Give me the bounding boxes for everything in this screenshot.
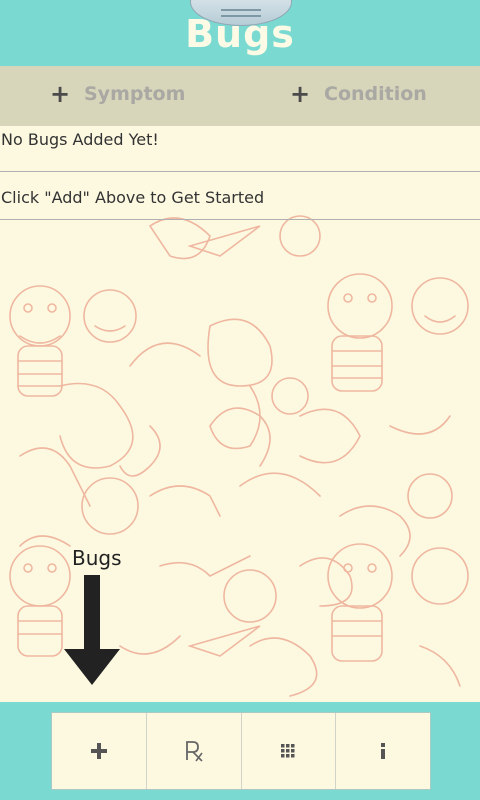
add-symptom-button[interactable]: + Symptom bbox=[50, 82, 185, 106]
down-arrow-icon bbox=[64, 575, 120, 685]
plus-icon: + bbox=[50, 80, 71, 108]
plus-icon: + bbox=[290, 80, 311, 108]
grid-icon bbox=[281, 744, 295, 758]
bottom-nav-medications[interactable] bbox=[147, 713, 242, 789]
empty-state-hint: Click "Add" Above to Get Started bbox=[1, 188, 265, 207]
app-title: Bugs bbox=[185, 12, 295, 56]
info-icon bbox=[381, 743, 386, 759]
bottom-nav-info[interactable] bbox=[336, 713, 430, 789]
add-symptom-label: Symptom bbox=[84, 83, 186, 105]
empty-state-message: No Bugs Added Yet! bbox=[1, 130, 159, 149]
bottom-nav-add-bug[interactable] bbox=[52, 713, 147, 789]
bottom-nav-menu[interactable] bbox=[242, 713, 337, 789]
bugs-hint-label: Bugs bbox=[72, 546, 122, 570]
add-condition-button[interactable]: + Condition bbox=[290, 82, 427, 106]
list-item: No Bugs Added Yet! bbox=[0, 126, 480, 172]
add-condition-label: Condition bbox=[324, 83, 427, 105]
list-item: Click "Add" Above to Get Started bbox=[0, 172, 480, 220]
add-toolbar: + Symptom + Condition bbox=[0, 66, 480, 126]
app-header: Bugs bbox=[0, 0, 480, 66]
rx-icon bbox=[185, 741, 203, 762]
bottom-nav bbox=[51, 712, 431, 790]
bottom-bar bbox=[0, 702, 480, 800]
plus-icon bbox=[90, 743, 107, 759]
